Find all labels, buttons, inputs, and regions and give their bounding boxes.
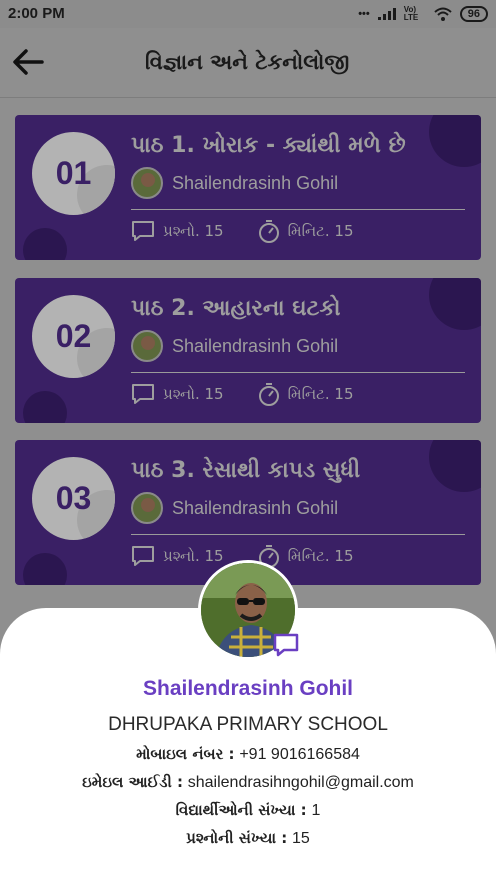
card-decoration <box>429 278 481 330</box>
lesson-author: Shailendrasinh Gohil <box>131 167 338 199</box>
divider <box>131 372 465 373</box>
lte-label: Vo) LTE <box>403 5 419 22</box>
card-decoration <box>23 228 67 260</box>
students-value: 1 <box>311 802 321 819</box>
lesson-title: પાઠ 2. આહારના ઘટકો <box>131 296 341 321</box>
timer-icon <box>258 220 279 243</box>
minutes-label: મિનિટ. 15 <box>287 385 354 403</box>
lesson-title: પાઠ 3. રેસાથી કાપડ સુધી <box>131 458 361 483</box>
status-time: 2:00 PM <box>8 5 65 22</box>
profile-name: Shailendrasinh Gohil <box>142 677 354 700</box>
dots-icon: ••• <box>358 8 370 20</box>
lesson-title: પાઠ 1. ખોરાક - ક્યાંથી મળે છે <box>131 133 406 158</box>
signal-icon <box>377 8 396 20</box>
questions-value: 15 <box>292 830 310 847</box>
author-name: Shailendrasinh Gohil <box>172 335 339 356</box>
lesson-meta: પ્રશ્નો. 15 મિનિટ. 15 <box>131 219 388 243</box>
timer-icon <box>258 383 279 406</box>
email-value[interactable]: shailendrasihngohil@gmail.com <box>188 774 414 791</box>
avatar <box>131 167 163 199</box>
divider <box>131 534 465 535</box>
lesson-author: Shailendrasinh Gohil <box>131 492 338 524</box>
questions-count: પ્રશ્નો. 15 <box>131 220 224 242</box>
questions-label: પ્રશ્નો. 15 <box>163 547 224 565</box>
questions-label: પ્રશ્નોની સંખ્યા : <box>186 829 288 847</box>
profile-school: DHRUPAKA PRIMARY SCHOOL <box>108 714 388 735</box>
card-decoration <box>23 391 67 423</box>
minutes-count: મિનિટ. 15 <box>258 544 354 568</box>
mobile-info: મોબાઇલ નંબર : +91 9016166584 <box>0 745 496 764</box>
card-decoration <box>429 440 481 492</box>
questions-label: પ્રશ્નો. 15 <box>163 385 224 403</box>
battery-indicator: 96 <box>459 6 488 22</box>
email-info: ઇમેઇલ આઈડી : shailendrasihngohil@gmail.c… <box>0 773 496 792</box>
minutes-count: મિનિટ. 15 <box>258 382 354 406</box>
questions-info: પ્રશ્નોની સંખ્યા : 15 <box>0 829 496 848</box>
divider <box>131 209 465 210</box>
lesson-number: 03 <box>55 480 92 516</box>
status-icons: ••• Vo) LTE 96 <box>358 6 488 22</box>
chat-bubble-icon <box>132 546 154 566</box>
lesson-number: 01 <box>55 155 92 191</box>
mobile-value[interactable]: +91 9016166584 <box>239 746 360 763</box>
lesson-number: 02 <box>55 318 92 354</box>
lesson-card-1[interactable]: 01 પાઠ 1. ખોરાક - ક્યાંથી મળે છે Shailen… <box>15 115 481 260</box>
page-title: વિજ્ઞાન અને ટેકનોલોજી <box>145 50 350 74</box>
mobile-label: મોબાઇલ નંબર : <box>136 745 235 763</box>
status-bar: 2:00 PM ••• Vo) LTE 96 <box>0 0 496 28</box>
author-name: Shailendrasinh Gohil <box>172 497 339 518</box>
minutes-label: મિનિટ. 15 <box>287 547 354 565</box>
arrow-left-icon <box>13 49 44 75</box>
avatar <box>131 492 163 524</box>
lesson-number-badge: 02 <box>32 295 115 378</box>
avatar <box>131 330 163 362</box>
author-name: Shailendrasinh Gohil <box>172 172 339 193</box>
students-info: વિદ્યાર્થીઓની સંખ્યા : 1 <box>0 801 496 820</box>
back-button[interactable] <box>12 48 52 80</box>
card-decoration <box>429 115 481 167</box>
lesson-card-2[interactable]: 02 પાઠ 2. આહારના ઘટકો Shailendrasinh Goh… <box>15 278 481 423</box>
questions-count: પ્રશ્નો. 15 <box>131 545 224 567</box>
lesson-number-badge: 03 <box>32 457 115 540</box>
wifi-icon <box>434 7 452 21</box>
minutes-label: મિનિટ. 15 <box>287 222 354 240</box>
lesson-meta: પ્રશ્નો. 15 મિનિટ. 15 <box>131 382 388 406</box>
lesson-author: Shailendrasinh Gohil <box>131 330 338 362</box>
chat-bubble-icon <box>132 384 154 404</box>
questions-label: પ્રશ્નો. 15 <box>163 222 224 240</box>
students-label: વિદ્યાર્થીઓની સંખ્યા : <box>175 801 307 819</box>
chat-bubble-icon <box>132 221 154 241</box>
minutes-count: મિનિટ. 15 <box>258 219 354 243</box>
email-label: ઇમેઇલ આઈડી : <box>82 773 183 791</box>
app-bar: વિજ્ઞાન અને ટેકનોલોજી <box>0 28 496 98</box>
lesson-number-badge: 01 <box>32 132 115 215</box>
chat-icon[interactable] <box>272 632 300 658</box>
card-decoration <box>23 553 67 585</box>
questions-count: પ્રશ્નો. 15 <box>131 383 224 405</box>
